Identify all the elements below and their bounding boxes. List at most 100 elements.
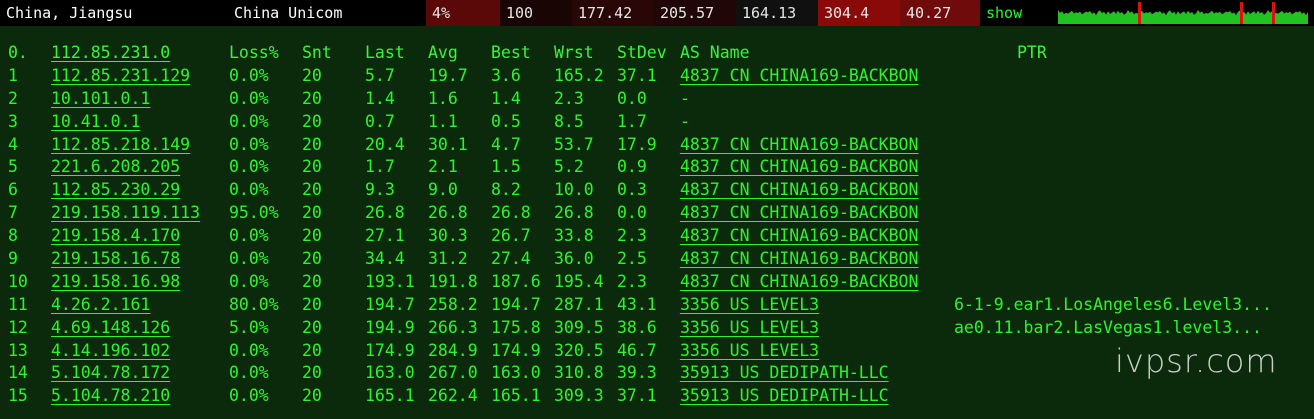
hop-loss: 95.0% [229, 203, 279, 223]
hop-worst: 165.2 [554, 65, 604, 85]
hop-last: 9.3 [365, 180, 395, 200]
hop-as-link[interactable]: 3356 US LEVEL3 [680, 294, 819, 317]
hop-sent: 20 [302, 111, 322, 131]
hop-sent: 20 [302, 203, 322, 223]
hop-number: 13 [8, 340, 28, 360]
hop-number: 8 [8, 226, 18, 246]
hop-number: 14 [8, 363, 28, 383]
header-as-name: AS Name [680, 43, 750, 62]
hop-as-link[interactable]: 4837 CN CHINA169-BACKBON [680, 225, 918, 248]
hop-loss: 0.0% [229, 157, 269, 177]
hop-best: 4.7 [491, 134, 521, 154]
hop-worst: 195.4 [554, 271, 604, 291]
hop-as-link[interactable]: 3356 US LEVEL3 [680, 317, 819, 340]
table-row: 2 10.101.0.1 0.0% 20 1.4 1.6 1.4 2.3 0.0 - [0, 88, 1314, 111]
hop-stdev: 0.9 [617, 157, 647, 177]
hop-number: 7 [8, 203, 18, 223]
hop-worst: 320.5 [554, 340, 604, 360]
header-best: Best [491, 43, 531, 62]
watermark-logo: ivpsr.com [1115, 342, 1278, 380]
hop-ip-link[interactable]: 219.158.4.170 [51, 225, 180, 248]
hop-as-link[interactable]: 4837 CN CHINA169-BACKBON [680, 179, 918, 202]
hop-avg: 266.3 [428, 317, 478, 337]
hop-loss: 0.0% [229, 111, 269, 131]
hop-loss: 0.0% [229, 88, 269, 108]
hop-loss: 0.0% [229, 271, 269, 291]
hop-sent: 20 [302, 363, 322, 383]
hop-number: 15 [8, 386, 28, 406]
hop-loss: 0.0% [229, 134, 269, 154]
hop-ip-link[interactable]: 4.69.148.126 [51, 317, 170, 340]
hop-worst: 310.8 [554, 363, 604, 383]
table-row: 9 219.158.16.78 0.0% 20 34.4 31.2 27.4 36.0 2.5 4… [0, 248, 1314, 271]
hop-worst: 53.7 [554, 134, 594, 154]
hop-stdev: 0.0 [617, 88, 647, 108]
hop-as-link[interactable]: 35913 US DEDIPATH-LLC [680, 385, 889, 408]
hop-ip-link[interactable]: 112.85.231.129 [51, 65, 190, 88]
header-wrst: Wrst [554, 43, 594, 62]
hop-best: 194.7 [491, 294, 541, 314]
hop-sent: 20 [302, 340, 322, 360]
hop-ip-link[interactable]: 4.14.196.102 [51, 340, 170, 363]
hop-ip-link[interactable]: 219.158.119.113 [51, 202, 200, 225]
table-row: 6 112.85.230.29 0.0% 20 9.3 9.0 8.2 10.0 0.3 4837… [0, 179, 1314, 202]
hop-as-link[interactable]: 4837 CN CHINA169-BACKBON [680, 248, 918, 271]
hop-worst: 287.1 [554, 294, 604, 314]
hop-stdev: 17.9 [617, 134, 657, 154]
hop-ip-link[interactable]: 10.41.0.1 [51, 111, 140, 134]
hop-last: 0.7 [365, 111, 395, 131]
hop-sent: 20 [302, 386, 322, 406]
hop-last: 174.9 [365, 340, 415, 360]
hop-ip-link[interactable]: 5.104.78.172 [51, 362, 170, 385]
hop-best: 187.6 [491, 271, 541, 291]
hop-worst: 33.8 [554, 226, 594, 246]
hop-stdev: 43.1 [617, 294, 657, 314]
hop-sent: 20 [302, 249, 322, 269]
hop-avg: 267.0 [428, 363, 478, 383]
header-stdev: StDev [617, 43, 667, 62]
hop-as-link[interactable]: 4837 CN CHINA169-BACKBON [680, 134, 918, 157]
latency-sparkline [1058, 2, 1308, 24]
hop-ip-link[interactable]: 5.104.78.210 [51, 385, 170, 408]
hop-best: 3.6 [491, 65, 521, 85]
hop-ip-link[interactable]: 112.85.230.29 [51, 179, 180, 202]
header-target-ip[interactable]: 112.85.231.0 [51, 42, 170, 65]
hop-sent: 20 [302, 294, 322, 314]
hop-ip-link[interactable]: 4.26.2.161 [51, 294, 150, 317]
hop-last: 194.9 [365, 317, 415, 337]
hop-stdev: 46.7 [617, 340, 657, 360]
hop-ip-link[interactable]: 219.158.16.98 [51, 271, 180, 294]
hop-ip-link[interactable]: 219.158.16.78 [51, 248, 180, 271]
hop-as-link[interactable]: 4837 CN CHINA169-BACKBON [680, 65, 918, 88]
hop-number: 9 [8, 249, 18, 269]
hop-ip-link[interactable]: 221.6.208.205 [51, 156, 180, 179]
table-row: 12 4.69.148.126 5.0% 20 194.9 266.3 175.8 309.5… [0, 317, 1314, 340]
hop-worst: 309.3 [554, 386, 604, 406]
table-row: 10 219.158.16.98 0.0% 20 193.1 191.8 187.6 195.… [0, 271, 1314, 294]
hop-avg: 30.1 [428, 134, 468, 154]
hop-loss: 0.0% [229, 249, 269, 269]
hop-as-link[interactable]: 3356 US LEVEL3 [680, 340, 819, 363]
hop-number: 10 [8, 271, 28, 291]
hop-loss: 0.0% [229, 65, 269, 85]
hop-as-link[interactable]: 35913 US DEDIPATH-LLC [680, 362, 889, 385]
hop-as-link[interactable]: 4837 CN CHINA169-BACKBON [680, 156, 918, 179]
hop-ip-link[interactable]: 10.101.0.1 [51, 88, 150, 111]
hop-last: 163.0 [365, 363, 415, 383]
hop-last: 1.7 [365, 157, 395, 177]
hop-ip-link[interactable]: 112.85.218.149 [51, 134, 190, 157]
show-link[interactable]: show [980, 0, 1050, 26]
hop-stdev: 39.3 [617, 363, 657, 383]
hop-last: 20.4 [365, 134, 405, 154]
hop-sent: 20 [302, 317, 322, 337]
hop-best: 165.1 [491, 386, 541, 406]
summary-stdev: 40.27 [900, 0, 980, 26]
hop-sent: 20 [302, 180, 322, 200]
hop-as-link[interactable]: 4837 CN CHINA169-BACKBON [680, 271, 918, 294]
hop-as-link[interactable]: 4837 CN CHINA169-BACKBON [680, 202, 918, 225]
hop-stdev: 0.0 [617, 203, 647, 223]
hop-best: 174.9 [491, 340, 541, 360]
hop-last: 194.7 [365, 294, 415, 314]
hop-number: 11 [8, 294, 28, 314]
header-loss: Loss% [229, 43, 279, 62]
